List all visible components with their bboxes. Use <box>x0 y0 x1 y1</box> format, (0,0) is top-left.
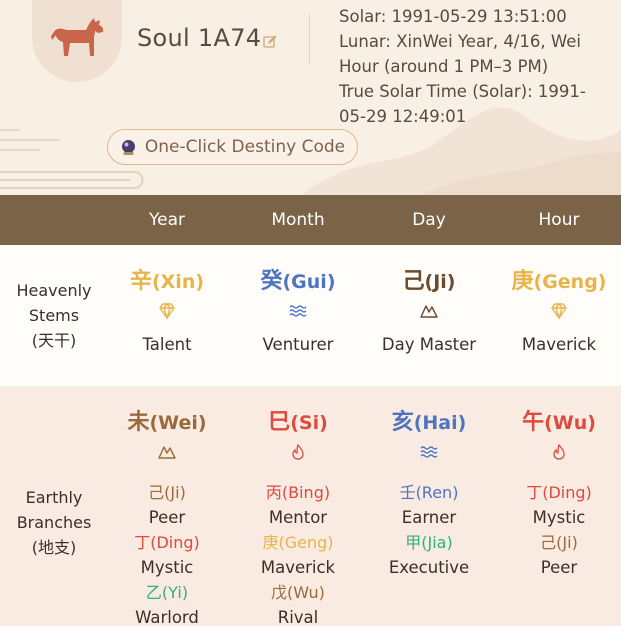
stem-cell-day[interactable]: 己(Ji) Day Master <box>364 269 494 354</box>
hidden-stem: 丁(Ding) <box>526 483 592 502</box>
branches-row-label: Earthly Branches (地支) <box>16 488 92 557</box>
hidden-stems-list: 己(Ji) Peer 丁(Ding) Mystic 乙(Yi) Warlord <box>102 480 232 626</box>
hidden-god: Executive <box>388 558 470 577</box>
branch-glyph: 午(Wu) <box>522 410 596 435</box>
lunar-date: Lunar: XinWei Year, 4/16, Wei Hour (arou… <box>339 32 581 76</box>
hidden-god: Peer <box>148 508 186 527</box>
hidden-stem: 庚(Geng) <box>262 533 334 552</box>
hidden-stem: 丙(Bing) <box>265 483 331 502</box>
stem-cell-month[interactable]: 癸(Gui) Venturer <box>233 269 363 354</box>
diamond-icon <box>159 303 175 319</box>
hidden-god: Earner <box>401 508 457 527</box>
stems-row-label: Heavenly Stems (天干) <box>16 281 92 350</box>
mountain-icon <box>420 305 438 318</box>
destiny-code-button[interactable]: One-Click Destiny Code <box>107 129 358 165</box>
hidden-stem: 甲(Jia) <box>405 533 453 552</box>
ten-god-label: Talent <box>142 335 192 354</box>
true-solar-time: True Solar Time (Solar): 1991-05-29 12:4… <box>339 82 586 126</box>
hidden-stem: 己(Ji) <box>148 483 186 502</box>
branch-glyph: 未(Wei) <box>127 410 207 435</box>
edit-icon[interactable] <box>263 35 277 49</box>
column-year: Year <box>149 210 185 230</box>
soul-name: Soul 1A74 <box>137 24 262 52</box>
birth-info: Solar: 1991-05-29 13:51:00 Lunar: XinWei… <box>339 4 601 129</box>
hidden-stems-list: 丁(Ding) Mystic 己(Ji) Peer <box>494 480 621 580</box>
stem-cell-hour[interactable]: 庚(Geng) Maverick <box>494 269 621 354</box>
column-day: Day <box>412 210 446 230</box>
destiny-code-label: One-Click Destiny Code <box>144 137 346 157</box>
hidden-stems-list: 丙(Bing) Mentor 庚(Geng) Maverick 戊(Wu) Ri… <box>233 480 363 626</box>
hidden-god: Mystic <box>140 558 194 577</box>
hidden-stem: 壬(Ren) <box>399 483 459 502</box>
column-month: Month <box>271 210 325 230</box>
stem-cell-year[interactable]: 辛(Xin) Talent <box>102 269 232 354</box>
stem-glyph: 辛(Xin) <box>129 269 205 294</box>
column-hour: Hour <box>538 210 580 230</box>
header-divider <box>309 14 310 64</box>
hidden-stem: 乙(Yi) <box>145 583 189 602</box>
stem-glyph: 癸(Gui) <box>260 269 336 294</box>
stem-glyph: 庚(Geng) <box>511 269 607 294</box>
waves-icon <box>289 305 307 317</box>
solar-date: Solar: 1991-05-29 13:51:00 <box>339 7 567 26</box>
branch-cell-year[interactable]: 未(Wei) 己(Ji) Peer 丁(Ding) Mystic 乙(Yi) W… <box>102 410 232 626</box>
pillar-header-row: Year Month Day Hour <box>0 195 621 245</box>
flame-icon <box>292 444 304 460</box>
hidden-stem: 己(Ji) <box>540 533 578 552</box>
stem-glyph: 己(Ji) <box>402 269 456 294</box>
mountain-icon <box>158 446 176 459</box>
branch-glyph: 亥(Hai) <box>391 410 467 435</box>
goat-icon <box>51 18 104 56</box>
hidden-stem: 丁(Ding) <box>134 533 200 552</box>
branch-cell-month[interactable]: 巳(Si) 丙(Bing) Mentor 庚(Geng) Maverick 戊(… <box>233 410 363 626</box>
diamond-icon <box>551 303 567 319</box>
ten-god-label: Venturer <box>262 335 334 354</box>
hidden-god: Peer <box>540 558 578 577</box>
flame-icon <box>553 444 565 460</box>
branch-cell-day[interactable]: 亥(Hai) 壬(Ren) Earner 甲(Jia) Executive <box>364 410 494 580</box>
hidden-god: Mystic <box>532 508 586 527</box>
hidden-god: Maverick <box>260 558 336 577</box>
hidden-god: Rival <box>277 608 319 626</box>
profile-header: Soul 1A74 Solar: 1991-05-29 13:51:00 Lun… <box>0 0 621 196</box>
hidden-stems-list: 壬(Ren) Earner 甲(Jia) Executive <box>364 480 494 580</box>
hidden-god: Mentor <box>268 508 328 527</box>
hidden-god: Warlord <box>135 608 199 626</box>
hidden-stem: 戊(Wu) <box>271 583 325 602</box>
waves-icon <box>420 446 438 458</box>
heavenly-stems-row: Heavenly Stems (天干) 辛(Xin) Talent 癸(Gui)… <box>0 245 621 386</box>
earthly-branches-row: Earthly Branches (地支) 未(Wei) 己(Ji) Peer … <box>0 386 621 626</box>
crystal-ball-icon <box>121 139 135 155</box>
branch-glyph: 巳(Si) <box>268 410 328 435</box>
ten-god-label: Maverick <box>521 335 597 354</box>
ten-god-label: Day Master <box>381 335 477 354</box>
branch-cell-hour[interactable]: 午(Wu) 丁(Ding) Mystic 己(Ji) Peer <box>494 410 621 580</box>
